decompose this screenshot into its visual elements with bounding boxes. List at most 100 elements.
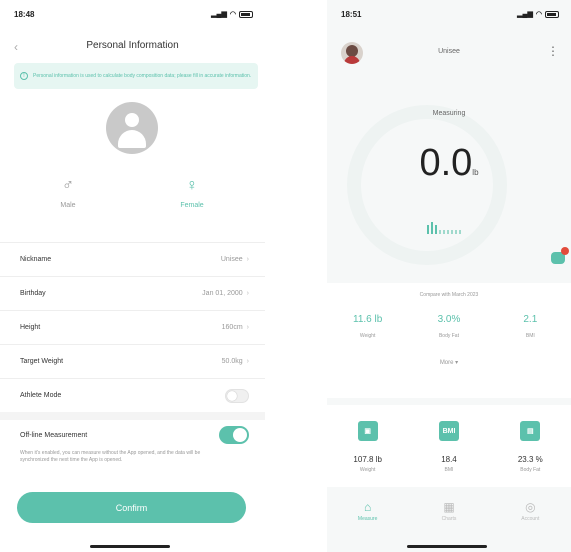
tab-account[interactable]: ◎ Account — [500, 500, 560, 540]
scale-icon: ▣ — [357, 421, 378, 441]
tile-value: 107.8 lb — [353, 455, 382, 464]
battery-icon — [239, 10, 253, 18]
female-icon: ♀ — [186, 177, 198, 194]
avatar-shoulder-shape — [344, 56, 360, 64]
row-label: Nickname — [20, 256, 52, 263]
row-label: Birthday — [20, 290, 46, 297]
row-value: Jan 01, 2000 — [202, 290, 243, 297]
row-value: 160cm — [221, 324, 243, 331]
metric-label: Body Fat — [438, 333, 459, 339]
device-scale-icon[interactable] — [551, 247, 569, 264]
screenshot-stage: 18:48 ▂▄▆ ◠ ‹ Personal Information ! Per… — [0, 0, 571, 552]
metric-value: 3.0% — [437, 314, 461, 325]
row-value: Unisee — [220, 256, 243, 263]
info-banner: ! Personal information is used to calcul… — [14, 63, 258, 89]
metric-label: BMI — [525, 333, 535, 339]
row-label: Height — [20, 324, 41, 331]
offline-measurement-desc: When it's enabled, you can measure witho… — [20, 450, 201, 463]
measure-screen: 18:51 ▂▄▆ ◠ Unisee ⋮ Measuring 0.0lb Com… — [327, 0, 571, 552]
row-birthday[interactable]: Birthday Jan 01, 2000 › — [0, 276, 265, 310]
row-athlete-mode: Athlete Mode — [0, 378, 265, 412]
gender-label-male: Male — [60, 202, 76, 209]
gender-option-female[interactable]: ♀ Female — [162, 176, 222, 209]
offline-measurement-label: Off-line Measurement — [20, 431, 88, 439]
tile-body-fat[interactable]: ▤ 23.3 % Body Fat — [495, 421, 565, 487]
measuring-status: Measuring — [432, 110, 466, 117]
row-label: Target Weight — [20, 358, 64, 365]
toggle-knob — [227, 390, 237, 401]
tile-value: 23.3 % — [517, 455, 543, 464]
chevron-right-icon: › — [246, 290, 249, 297]
home-indicator — [90, 545, 170, 548]
avatar-body-shape — [118, 130, 146, 148]
tab-measure[interactable]: ⌂ Measure — [338, 500, 398, 540]
row-label: Athlete Mode — [20, 392, 62, 399]
comparison-date: Compare with March 2023 — [419, 292, 479, 298]
chevron-down-icon: ▾ — [455, 360, 459, 366]
tile-label: BMI — [444, 467, 454, 473]
signal-icon: ▂▄▆ — [517, 11, 533, 18]
home-icon: ⌂ — [364, 500, 372, 514]
metric-value: 2.1 — [523, 314, 538, 325]
decorative-ring — [347, 105, 507, 265]
metric-bmi: 2.1 BMI — [495, 314, 565, 339]
personal-info-screen: 18:48 ▂▄▆ ◠ ‹ Personal Information ! Per… — [0, 0, 265, 552]
metric-label: Weight — [359, 333, 376, 339]
avatar-head-shape — [125, 113, 139, 127]
tab-charts[interactable]: ▦ Charts — [419, 500, 479, 540]
tab-label: Charts — [441, 516, 457, 522]
user-name[interactable]: Unisee — [327, 48, 571, 55]
tile-label: Body Fat — [520, 467, 541, 473]
row-height[interactable]: Height 160cm › — [0, 310, 265, 344]
chevron-right-icon: › — [246, 256, 249, 263]
avatar[interactable] — [106, 102, 158, 154]
tile-bmi[interactable]: BMI 18.4 BMI — [414, 421, 484, 487]
bluetooth-signal-icon — [427, 222, 461, 234]
section-divider — [0, 412, 265, 420]
comparison-card: Compare with March 2023 11.6 lb Weight 3… — [327, 283, 571, 398]
toggle-knob — [233, 428, 247, 442]
info-banner-text: Personal information is used to calculat… — [33, 72, 252, 79]
info-icon: ! — [20, 72, 28, 80]
page-title: Personal Information — [86, 40, 179, 51]
offline-measurement-section: Off-line Measurement When it's enabled, … — [0, 420, 265, 470]
comparison-metrics: 11.6 lb Weight 3.0% Body Fat 2.1 BMI — [327, 314, 571, 339]
chevron-right-icon: › — [246, 358, 249, 365]
tile-value: 18.4 — [441, 455, 457, 464]
tile-label: Weight — [359, 467, 376, 473]
status-bar: 18:48 ▂▄▆ ◠ — [14, 8, 253, 20]
home-indicator — [407, 545, 487, 548]
weight-value: 0.0 — [419, 142, 473, 184]
more-vertical-icon[interactable]: ⋮ — [547, 44, 559, 58]
notification-dot — [561, 247, 569, 255]
status-icons: ▂▄▆ ◠ — [211, 10, 253, 18]
row-nickname[interactable]: Nickname Unisee › — [0, 242, 265, 276]
status-icons: ▂▄▆ ◠ — [517, 10, 559, 18]
wifi-icon: ◠ — [229, 11, 236, 18]
athlete-mode-toggle[interactable] — [225, 388, 249, 403]
row-target-weight[interactable]: Target Weight 50.0kg › — [0, 344, 265, 378]
settings-list: Nickname Unisee › Birthday Jan 01, 2000 › … — [0, 242, 265, 470]
chart-icon: ▦ — [443, 500, 455, 514]
metric-body-fat: 3.0% Body Fat — [414, 314, 484, 339]
tab-bar: ⌂ Measure ▦ Charts ◎ Account — [327, 500, 571, 540]
confirm-button[interactable]: Confirm — [17, 492, 246, 523]
status-bar: 18:51 ▂▄▆ ◠ — [341, 8, 559, 20]
tile-weight[interactable]: ▣ 107.8 lb Weight — [333, 421, 403, 487]
tab-label: Account — [521, 516, 540, 522]
more-label: More — [439, 360, 454, 366]
tab-label: Measure — [357, 516, 378, 522]
metric-weight: 11.6 lb Weight — [333, 314, 403, 339]
weight-readout: 0.0lb — [327, 142, 571, 185]
status-time: 18:51 — [341, 9, 362, 19]
status-time: 18:48 — [14, 9, 35, 19]
gender-label-female: Female — [180, 202, 204, 209]
male-icon: ♂ — [62, 177, 74, 194]
offline-measurement-toggle[interactable] — [219, 426, 249, 444]
battery-icon — [545, 10, 559, 18]
metric-value: 11.6 lb — [353, 314, 383, 325]
weight-unit: lb — [472, 168, 479, 177]
more-link[interactable]: More ▾ — [327, 359, 571, 366]
gender-option-male[interactable]: ♂ Male — [38, 176, 98, 209]
measure-header: 18:51 ▂▄▆ ◠ Unisee ⋮ Measuring 0.0lb — [327, 0, 571, 275]
